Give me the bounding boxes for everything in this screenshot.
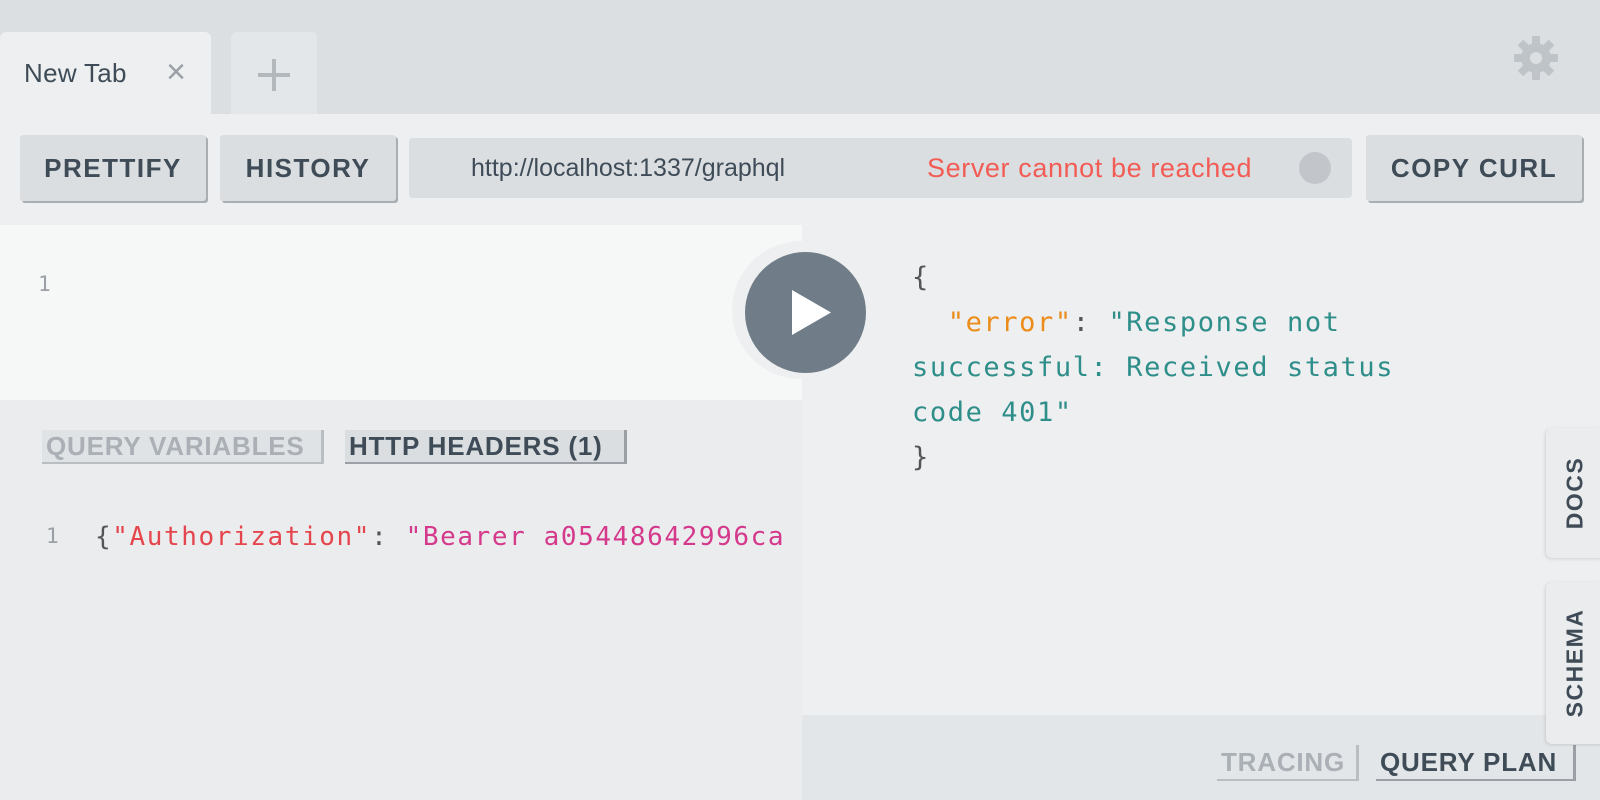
copy-curl-button[interactable]: COPY CURL (1366, 135, 1582, 201)
result-open-brace: { (912, 262, 930, 293)
result-error-value-line1: "Response not (1108, 307, 1341, 338)
result-json: { "error": "Response not successful: Rec… (912, 255, 1394, 480)
result-pane: { "error": "Response not successful: Rec… (802, 225, 1600, 715)
schema-label: SCHEMA (1561, 608, 1588, 718)
prettify-button[interactable]: PRETTIFY (20, 135, 206, 201)
result-close-brace: } (912, 442, 930, 473)
toolbar: PRETTIFY HISTORY http://localhost:1337/g… (0, 114, 1600, 225)
result-error-key: "error" (947, 307, 1073, 338)
endpoint-url-input[interactable]: http://localhost:1337/graphql (471, 154, 785, 183)
new-tab-button[interactable] (231, 32, 317, 114)
tab-http-headers[interactable]: HTTP HEADERS (1) (345, 430, 627, 464)
plus-icon (258, 59, 290, 91)
headers-editor[interactable]: {"Authorization": "Bearer a05448642996ca (95, 522, 802, 552)
docs-label: DOCS (1561, 456, 1588, 530)
line-number: 1 (46, 524, 59, 548)
tab-bar: New Tab × (0, 0, 1600, 114)
headers-separator: : (371, 522, 406, 552)
execute-query-button[interactable] (745, 252, 866, 373)
endpoint-url-bar[interactable]: http://localhost:1337/graphql Server can… (409, 138, 1352, 198)
variables-panel: QUERY VARIABLES HTTP HEADERS (1) 1 {"Aut… (0, 400, 802, 800)
play-icon (792, 290, 831, 335)
tab-title: New Tab (24, 57, 127, 88)
close-icon[interactable]: × (162, 55, 190, 89)
result-error-value-line2: successful: Received status (912, 352, 1395, 383)
result-indent (912, 307, 948, 338)
result-footer: TRACING QUERY PLAN (802, 715, 1600, 800)
schema-side-tab[interactable]: SCHEMA (1546, 582, 1600, 744)
result-separator: : (1072, 307, 1109, 338)
docs-side-tab[interactable]: DOCS (1546, 428, 1600, 558)
history-button[interactable]: HISTORY (220, 135, 396, 201)
tab-query-variables[interactable]: QUERY VARIABLES (42, 430, 324, 464)
line-number: 1 (38, 272, 51, 296)
headers-key: "Authorization" (112, 522, 372, 552)
tab-tracing[interactable]: TRACING (1217, 745, 1359, 781)
headers-value: "Bearer a05448642996ca (405, 522, 786, 552)
tab-query-plan[interactable]: QUERY PLAN (1376, 745, 1576, 781)
headers-open-brace: { (95, 522, 113, 552)
server-status-indicator (1299, 152, 1331, 184)
result-error-value-line3: code 401" (912, 397, 1073, 428)
gear-icon[interactable] (1512, 34, 1560, 82)
tab-new-tab[interactable]: New Tab × (0, 32, 211, 114)
query-editor[interactable]: 1 (0, 225, 802, 400)
server-status-text: Server cannot be reached (927, 153, 1253, 183)
